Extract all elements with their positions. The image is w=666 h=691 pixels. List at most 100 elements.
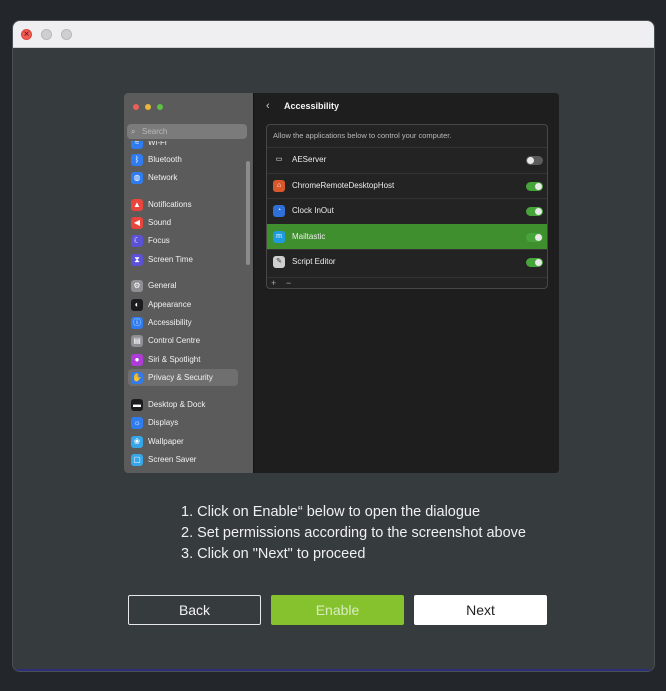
sidebar-item-label: Privacy & Security (148, 373, 213, 382)
moon-icon: ☾ (131, 235, 143, 247)
sidebar-item-label: Displays (148, 418, 179, 427)
sidebar-item-label: Siri & Spotlight (148, 355, 201, 364)
search-placeholder: Search (142, 127, 168, 136)
gear-icon: ⚙ (131, 280, 143, 292)
sidebar-item-label: Screen Saver (148, 455, 197, 464)
sidebar-item-label: Accessibility (148, 318, 192, 327)
sidebar-item: ● Siri & Spotlight (128, 351, 238, 368)
wallpaper-icon: ❀ (131, 436, 143, 448)
house-icon: ⌂ (273, 179, 285, 192)
app-permission-toggle (526, 156, 543, 165)
sidebar-item: ▲ Notifications (128, 196, 238, 213)
minimize-window-button[interactable] (41, 29, 52, 40)
app-row: ▭ AEServer (267, 147, 547, 172)
sidebar-item: ◍ Network (128, 169, 238, 186)
sidebar-item-label: Control Centre (148, 336, 201, 345)
toggle-knob (535, 259, 542, 266)
sidebar-item: ◐ Appearance (128, 296, 238, 313)
back-button[interactable]: Back (128, 595, 261, 625)
sidebar-item-label: Screen Time (148, 255, 193, 264)
sidebar-item: ✋ Privacy & Security (128, 369, 238, 386)
toggle-knob (535, 208, 542, 215)
panel-description: Allow the applications below to control … (273, 131, 452, 140)
app-permission-toggle (526, 232, 543, 242)
title-bar: × (13, 21, 654, 48)
app-permissions-panel: Allow the applications below to control … (266, 124, 548, 289)
wifi-icon: ≈ (131, 141, 143, 149)
traffic-light-red (133, 104, 139, 110)
instruction-step-3: 3. Click on "Next" to proceed (181, 546, 366, 562)
accessibility-pane: ‹ Accessibility Allow the applications b… (254, 93, 559, 473)
enable-button[interactable]: Enable (271, 595, 404, 625)
app-permission-toggle (526, 258, 543, 267)
sidebar-list: ≈ Wi-Fi ᛒ Bluetooth ◍ Network ▲ Notifications ◀ S… (124, 141, 253, 473)
sidebar-item-label: Bluetooth (148, 155, 182, 164)
instruction-step-1: 1. Click on Enable“ below to open the di… (181, 504, 481, 520)
script-editor-icon: ✎ (273, 256, 285, 268)
add-icon: + (271, 278, 277, 288)
sidebar-item-label: Appearance (148, 300, 192, 309)
app-row: ◔ Clock InOut (267, 198, 547, 223)
sidebar-item: ◀ Sound (128, 214, 238, 231)
remove-icon: − (286, 278, 292, 288)
close-icon: × (23, 29, 30, 40)
app-permission-toggle (526, 207, 543, 216)
mailtastic-icon: m (273, 230, 285, 243)
traffic-light-green (157, 104, 163, 110)
globe-icon: ◍ (131, 172, 143, 184)
chevron-left-icon: ‹ (266, 100, 270, 112)
toggle-knob (535, 182, 542, 190)
sidebar-item: ▬ Desktop & Dock (128, 396, 238, 413)
dock-icon: ▬ (131, 399, 143, 411)
toggle-knob (527, 157, 534, 164)
next-button[interactable]: Next (414, 595, 547, 625)
app-name: Clock InOut (292, 206, 334, 215)
bluetooth-icon: ᛒ (131, 154, 143, 166)
app-name: Mailtastic (292, 231, 326, 241)
appearance-icon: ◐ (131, 299, 143, 311)
app-row: m Mailtastic (267, 223, 547, 249)
settings-screenshot: ⌕ Search ≈ Wi-Fi ᛒ Bluetooth ◍ Network ▲ Notifi… (124, 93, 559, 473)
app-name: ChromeRemoteDesktopHost (292, 180, 395, 190)
sidebar-item-label: General (148, 281, 177, 290)
sidebar-item: ≈ Wi-Fi (128, 141, 238, 151)
sun-icon: ☼ (131, 417, 143, 429)
speaker-icon: ◀ (131, 217, 143, 229)
instruction-step-2: 2. Set permissions according to the scre… (181, 525, 526, 541)
clock-app-icon: ◔ (273, 205, 285, 217)
app-name: Script Editor (292, 257, 336, 266)
add-remove-bar: + − (267, 277, 547, 288)
terminal-icon: ▭ (273, 154, 285, 166)
accessibility-icon: ⓘ (131, 317, 143, 329)
sidebar-item: ☾ Focus (128, 232, 238, 249)
siri-icon: ● (131, 354, 143, 366)
control-centre-icon: ▤ (131, 335, 143, 347)
sidebar-item-label: Network (148, 173, 178, 182)
settings-sidebar: ⌕ Search ≈ Wi-Fi ᛒ Bluetooth ◍ Network ▲ Notifi… (124, 93, 253, 473)
toggle-knob (535, 233, 542, 241)
bell-icon: ▲ (131, 199, 143, 211)
sidebar-item-label: Wi-Fi (148, 141, 167, 147)
maximize-window-button[interactable] (61, 29, 72, 40)
hourglass-icon: ⧗ (131, 254, 143, 266)
close-window-button[interactable]: × (21, 29, 32, 40)
sidebar-scrollbar (246, 161, 250, 265)
app-name: AEServer (292, 155, 327, 164)
window-bottom-edge (13, 669, 654, 671)
sidebar-item: ▤ Control Centre (128, 332, 238, 349)
screensaver-icon: ▢ (131, 454, 143, 466)
instructions: 1. Click on Enable“ below to open the di… (181, 502, 526, 565)
sidebar-item: ⓘ Accessibility (128, 314, 238, 331)
sidebar-item-label: Wallpaper (148, 437, 184, 446)
sidebar-item-label: Desktop & Dock (148, 400, 206, 409)
sidebar-item: ᛒ Bluetooth (128, 151, 238, 168)
traffic-light-yellow (145, 104, 151, 110)
hand-icon: ✋ (131, 372, 143, 384)
sidebar-item: ▢ Screen Saver (128, 451, 238, 468)
sidebar-search: ⌕ Search (127, 124, 247, 139)
app-window: × ⌕ Search ≈ Wi-Fi ᛒ Bluetooth ◍ Network ▲ Noti… (12, 20, 655, 672)
sidebar-item-label: Notifications (148, 200, 192, 209)
pane-title: Accessibility (284, 101, 340, 111)
sidebar-item: ⚙ General (128, 277, 238, 294)
search-icon: ⌕ (131, 127, 136, 136)
